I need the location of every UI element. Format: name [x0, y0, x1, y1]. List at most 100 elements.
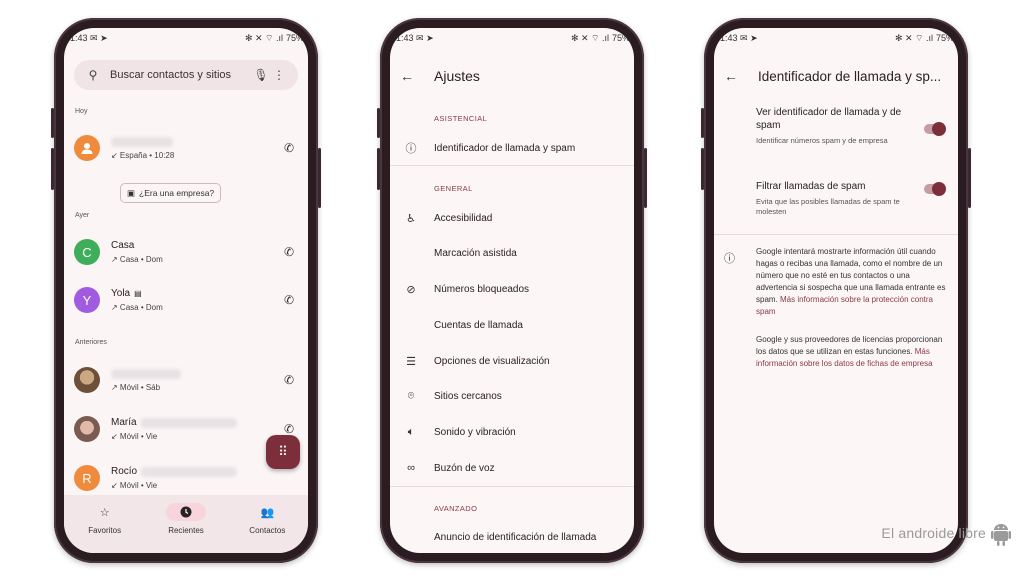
block-icon: ⊘ [406, 283, 416, 296]
phone-icon[interactable]: ✆ [280, 245, 298, 259]
section-header-general: GENERAL [434, 184, 473, 193]
battery-level: 75% [935, 33, 954, 43]
contact-name: María [111, 417, 137, 428]
avatar-photo [74, 367, 100, 393]
star-icon: ☆ [99, 506, 110, 519]
section-header-avanzado: AVANZADO [434, 504, 478, 513]
nav-contacts[interactable]: 👥 Contactos [237, 503, 297, 536]
redacted-name [111, 136, 173, 147]
person-icon [81, 143, 93, 154]
power-button [968, 148, 971, 208]
settings-item-nearby-places[interactable]: ⌾ Sitios cercanos [390, 381, 634, 411]
settings-item-sound-vibration[interactable]: 🔈︎ Sonido y vibración [390, 417, 634, 447]
settings-item-caller-id-announcement[interactable]: Anuncio de identificación de llamada [390, 522, 634, 552]
avatar-photo [74, 416, 100, 442]
battery-level: 75% [285, 33, 304, 43]
business-chip-label: ¿Era una empresa? [139, 188, 215, 198]
spam-protection-link[interactable]: Más información sobre la protección cont… [756, 295, 933, 316]
phone-icon[interactable]: ✆ [280, 422, 298, 436]
redacted-name [111, 368, 181, 379]
contact-name: Rocío [111, 466, 138, 477]
search-bar[interactable]: ⚲ Buscar contactos y sitios 🎙 ⋮ [74, 60, 298, 90]
back-arrow-icon[interactable]: ← [724, 68, 744, 84]
call-details: ↗ Casa • Dom [111, 303, 163, 312]
settings-item-label: Identificador de llamada y spam [434, 142, 576, 154]
section-label-today: Hoy [75, 108, 88, 115]
phone-icon[interactable]: ✆ [280, 373, 298, 387]
settings-item-calling-accounts[interactable]: Cuentas de llamada [390, 310, 634, 340]
status-time: 1:43 [396, 32, 414, 43]
settings-item-blocked-numbers[interactable]: ⊘ Números bloqueados [390, 274, 634, 304]
call-row[interactable]: C Casa ↗ Casa • Dom ✆ [74, 232, 298, 272]
business-chip[interactable]: ▣ ¿Era una empresa? [120, 183, 222, 203]
call-details: ↙ España • 10:28 [111, 150, 175, 160]
toggle-title: Filtrar llamadas de spam [756, 181, 866, 192]
page-title: Identificador de llamada y sp... [758, 68, 942, 84]
nav-favorites[interactable]: ☆ Favoritos [75, 503, 135, 536]
status-signal-icons: ✻ ✕ ⌔ .ıl [570, 32, 609, 43]
phone-icon[interactable]: ✆ [280, 141, 298, 155]
divider [714, 234, 958, 235]
accessibility-icon: ♿︎ [406, 212, 416, 225]
call-details: ↗ Casa • Dom [111, 255, 163, 264]
status-time: 1:43 [720, 32, 738, 43]
settings-item-assisted-dialing[interactable]: Marcación asistida [390, 238, 634, 268]
microphone-icon[interactable]: 🎙 [252, 68, 270, 82]
info-text-data-sources: Google y sus proveedores de licencias pr… [756, 334, 948, 370]
settings-item-voicemail[interactable]: ∞ Buzón de voz [390, 453, 634, 483]
settings-item-label: Buzón de voz [434, 462, 495, 474]
watermark: El androide libre [881, 520, 1012, 546]
settings-item-label: Marcación asistida [434, 247, 517, 259]
call-row[interactable]: ↙ España • 10:28 ✆ [74, 128, 298, 168]
settings-item-label: Números bloqueados [434, 283, 530, 295]
settings-item-accessibility[interactable]: ♿︎ Accesibilidad [390, 203, 634, 233]
clock-icon [165, 503, 206, 521]
toggle-row-caller-id[interactable]: Ver identificador de llamada y de spam I… [756, 106, 948, 146]
nav-label: Recientes [168, 526, 204, 535]
toggle-row-filter-spam[interactable]: Filtrar llamadas de spam Evita que las p… [756, 180, 948, 217]
search-input[interactable]: Buscar contactos y sitios [110, 69, 252, 81]
avatar: R [74, 465, 100, 491]
phone-caller-id: 1:43 ✉ ➤ ✻ ✕ ⌔ .ıl 75% ← Identificador de… [701, 18, 971, 563]
filter-spam-switch[interactable] [924, 182, 946, 196]
more-vert-icon[interactable]: ⋮ [270, 68, 288, 82]
settings-item-caller-id[interactable]: ⓘ Identificador de llamada y spam [390, 133, 634, 163]
business-icon: ▣ [127, 187, 136, 198]
android-robot-icon [991, 524, 1011, 546]
phone-icon[interactable]: ✆ [280, 293, 298, 307]
back-arrow-icon[interactable]: ← [400, 68, 420, 84]
dialpad-icon: ⠿ [278, 444, 288, 459]
page-title: Ajustes [434, 68, 480, 84]
toggle-description: Identificar números spam y de empresa [756, 136, 888, 145]
settings-item-display-options[interactable]: ☰ Opciones de visualización [390, 346, 634, 376]
caller-id-switch[interactable] [924, 122, 946, 136]
info-alert-icon: ⓘ [405, 143, 417, 155]
info-text-spam: Google intentará mostrarte información ú… [756, 246, 948, 318]
call-row[interactable]: R Rocío ↙ Móvil • Vie [74, 458, 298, 498]
settings-item-label: Opciones de visualización [434, 355, 550, 367]
settings-item-label: Anuncio de identificación de llamada [434, 531, 597, 543]
dialpad-button[interactable]: ⠿ [266, 435, 300, 469]
call-row[interactable]: ↗ Móvil • Sáb ✆ [74, 360, 298, 400]
watermark-text: El androide libre [881, 525, 986, 541]
screen: 1:43 ✉ ➤ ✻ ✕ ⌔ .ıl 75% ← Ajustes ASISTENC… [390, 28, 634, 553]
volume-button [51, 108, 54, 138]
nav-recents[interactable]: Recientes [156, 503, 216, 535]
call-row[interactable]: Y Yola ▤ ↗ Casa • Dom ✆ [74, 280, 298, 320]
status-signal-icons: ✻ ✕ ⌔ .ıl [894, 32, 933, 43]
battery-level: 75% [611, 33, 630, 43]
settings-item-label: Sitios cercanos [434, 390, 502, 402]
phone-recents: 1:43 ✉ ➤ ✻ ✕ ⌔ .ıl 75% ⚲ Buscar contactos… [51, 18, 321, 563]
call-row[interactable]: María ↙ Móvil • Vie ✆ [74, 409, 298, 449]
status-notification-icons: ✉ ➤ [740, 32, 758, 43]
contacts-icon: 👥 [260, 506, 275, 519]
avatar: Y [74, 287, 100, 313]
screen: 1:43 ✉ ➤ ✻ ✕ ⌔ .ıl 75% ← Identificador de… [714, 28, 958, 553]
call-details: ↙ Móvil • Vie [111, 481, 158, 490]
list-icon: ☰ [406, 355, 416, 368]
power-button [318, 148, 321, 208]
speaker-icon: 🔈︎ [407, 425, 415, 438]
section-header-asistencial: ASISTENCIAL [434, 114, 488, 123]
settings-item-label: Sonido y vibración [434, 426, 516, 438]
settings-item-label: Accesibilidad [434, 212, 493, 224]
